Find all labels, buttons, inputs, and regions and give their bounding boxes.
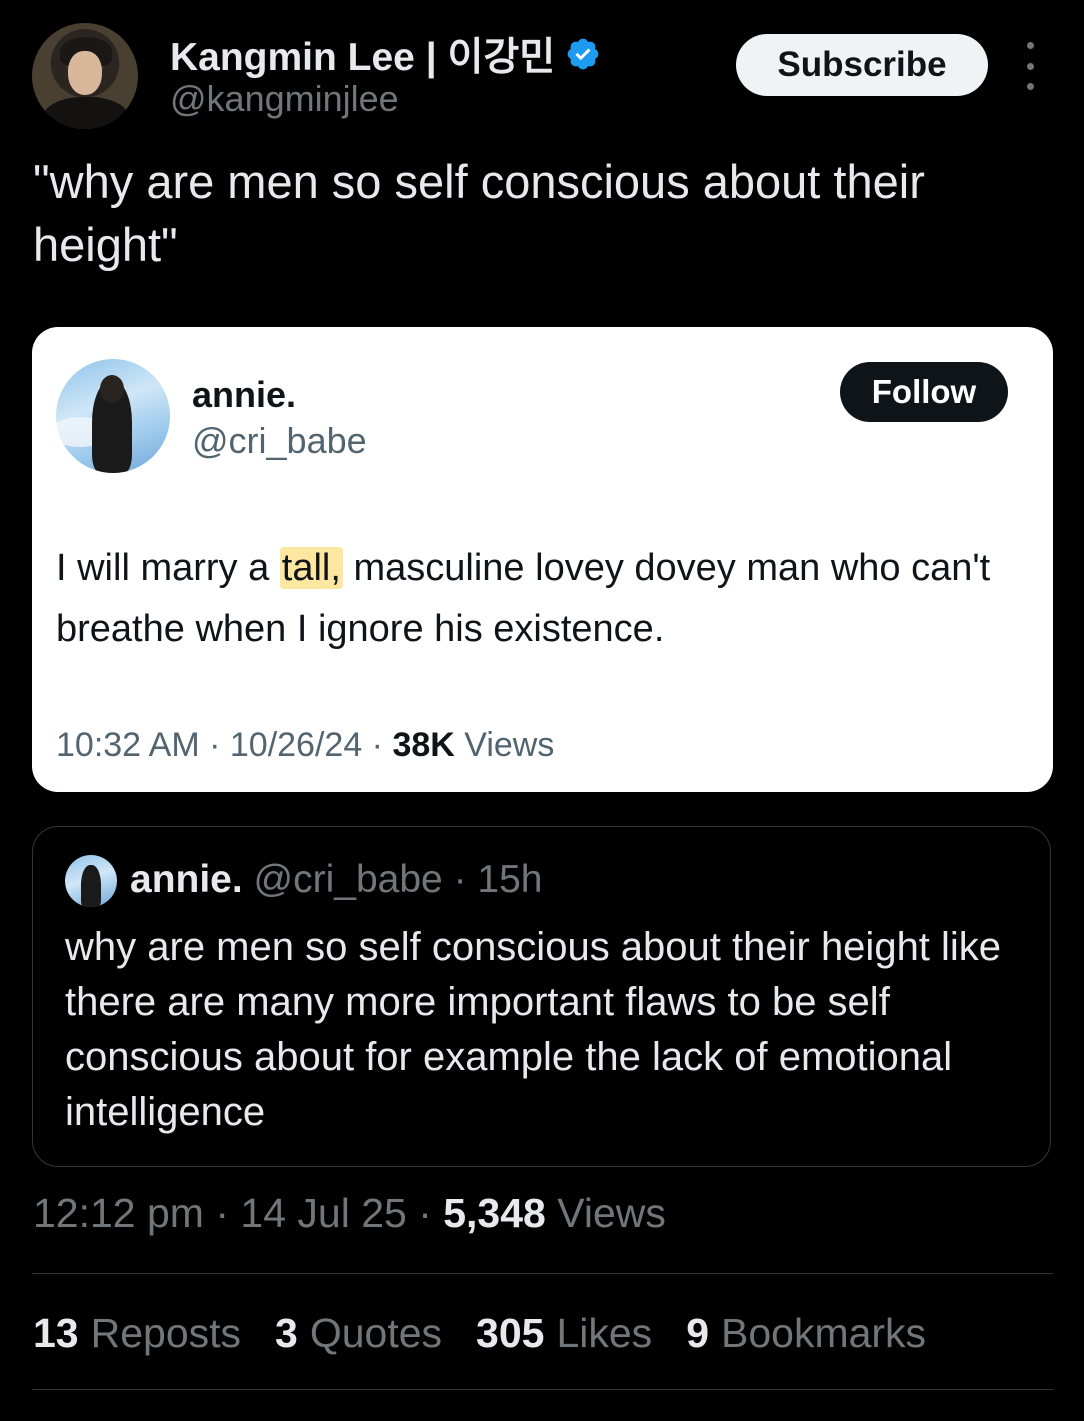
embedded-avatar	[56, 359, 170, 473]
embedded-text-before: I will marry a	[56, 547, 280, 589]
divider-top	[32, 1273, 1053, 1274]
author-avatar[interactable]	[32, 23, 138, 129]
embedded-date: 10/26/24	[229, 726, 363, 764]
stat-quotes-count: 3	[275, 1310, 298, 1356]
tweet-text: "why are men so self conscious about the…	[33, 155, 925, 271]
engagement-stats: 13 Reposts 3 Quotes 305 Likes 9 Bookmarks	[33, 1310, 926, 1357]
embedded-name: annie.	[192, 374, 297, 415]
stat-bookmarks[interactable]: 9 Bookmarks	[686, 1310, 926, 1357]
embedded-views-count: 38K	[392, 726, 455, 764]
quoted-name: annie.	[130, 858, 243, 901]
tweet-views-label: Views	[557, 1190, 666, 1236]
stat-likes[interactable]: 305 Likes	[476, 1310, 652, 1357]
embedded-views-label: Views	[464, 726, 555, 764]
embedded-time: 10:32 AM	[56, 726, 200, 764]
stat-likes-label: Likes	[556, 1310, 653, 1356]
embedded-handle: @cri_babe	[192, 420, 367, 461]
stat-reposts[interactable]: 13 Reposts	[33, 1310, 241, 1357]
tweet-views-count: 5,348	[443, 1190, 546, 1236]
embedded-text: I will marry a tall, masculine lovey dov…	[56, 538, 1041, 660]
stat-reposts-label: Reposts	[90, 1310, 242, 1356]
embedded-follow-button: Follow	[840, 362, 1008, 422]
tweet-time[interactable]: 12:12 pm	[33, 1190, 204, 1236]
stat-likes-count: 305	[476, 1310, 545, 1356]
tweet-date[interactable]: 14 Jul 25	[240, 1190, 406, 1236]
stat-quotes[interactable]: 3 Quotes	[275, 1310, 442, 1357]
more-options-icon[interactable]	[1016, 42, 1044, 90]
quoted-avatar[interactable]	[65, 855, 117, 907]
subscribe-button[interactable]: Subscribe	[736, 34, 988, 96]
quoted-header: annie. @cri_babe · 15h	[130, 858, 543, 901]
quoted-text: why are men so self conscious about thei…	[65, 925, 1002, 1134]
divider-bottom	[32, 1389, 1053, 1390]
verified-badge-icon	[567, 38, 599, 70]
author-handle[interactable]: @kangminjlee	[170, 78, 399, 120]
stat-reposts-count: 13	[33, 1310, 79, 1356]
stat-bookmarks-label: Bookmarks	[721, 1310, 927, 1356]
embedded-text-highlight: tall,	[279, 547, 343, 589]
quoted-age: 15h	[477, 858, 543, 901]
quoted-handle: @cri_babe	[253, 858, 443, 901]
embedded-meta: 10:32 AM · 10/26/24 · 38K Views	[56, 726, 555, 764]
stat-bookmarks-count: 9	[686, 1310, 709, 1356]
stat-quotes-label: Quotes	[309, 1310, 443, 1356]
author-name-text[interactable]: Kangmin Lee | 이강민	[170, 26, 555, 82]
author-name[interactable]: Kangmin Lee | 이강민	[170, 26, 601, 82]
tweet-meta: 12:12 pm · 14 Jul 25 · 5,348 Views	[33, 1190, 666, 1236]
